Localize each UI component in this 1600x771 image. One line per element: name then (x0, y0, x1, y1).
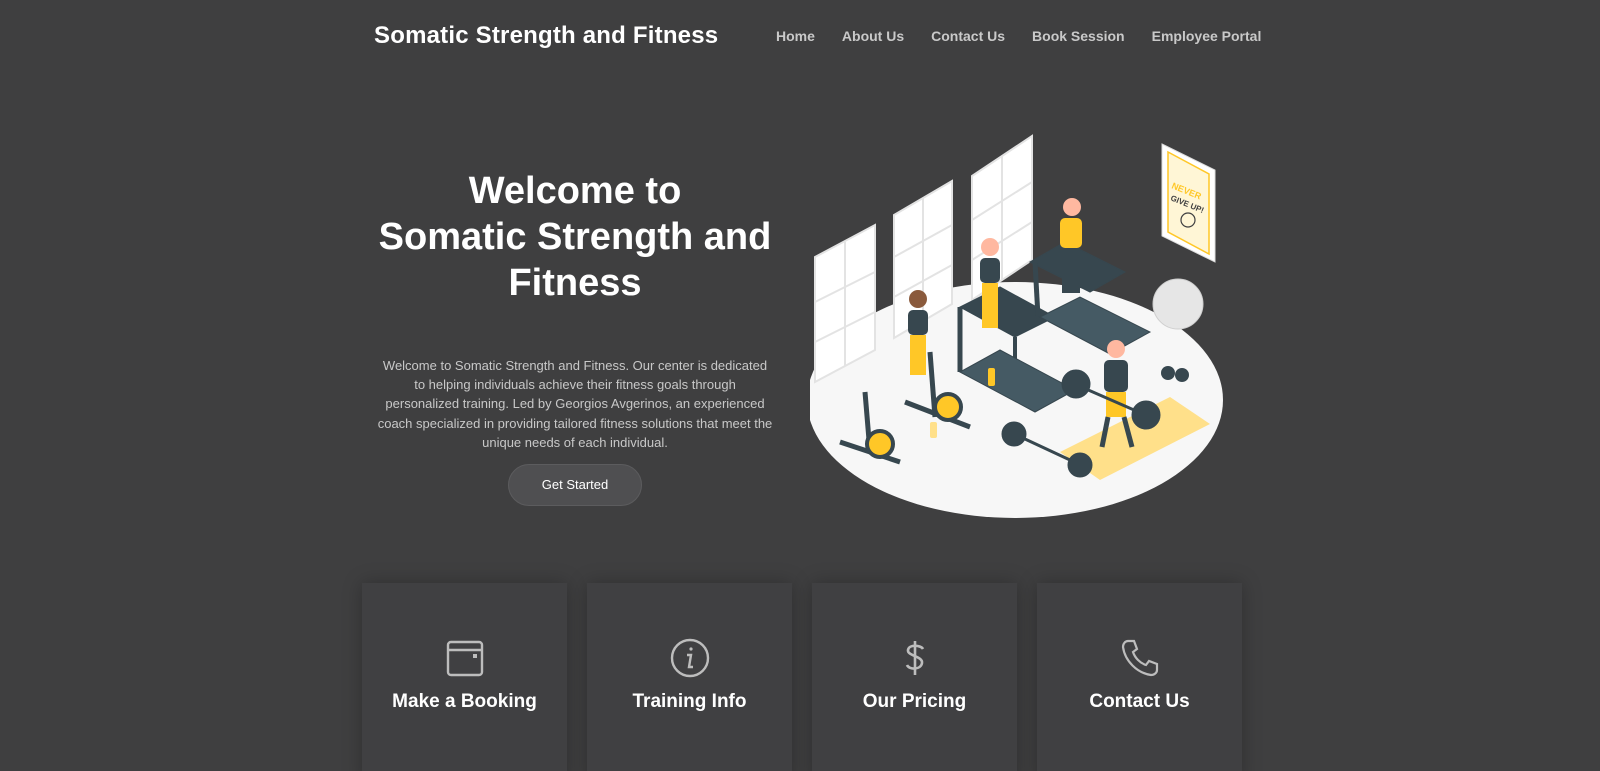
card-label: Training Info (632, 691, 747, 712)
get-started-button[interactable]: Get Started (508, 464, 642, 507)
dollar-icon (894, 637, 936, 679)
hero-title-line: Somatic Strength and (378, 216, 772, 258)
card-label: Contact Us (1089, 691, 1190, 712)
nav-employee-portal-link[interactable]: Employee Portal (1152, 28, 1262, 44)
exercise-ball (1152, 278, 1204, 330)
water-bottle (988, 368, 995, 386)
brand-logo-text[interactable]: Somatic Strength and Fitness (374, 22, 718, 50)
hero-title: Welcome to Somatic Strength and Fitness (370, 168, 780, 306)
hero-description: Welcome to Somatic Strength and Fitness.… (377, 358, 773, 450)
nav-book-session-link[interactable]: Book Session (1032, 28, 1125, 44)
card-label: Make a Booking (392, 691, 537, 712)
feature-cards: Make a Booking Training Info Our Pricing… (362, 583, 1242, 771)
main-nav: Home About Us Contact Us Book Session Em… (776, 28, 1288, 44)
cyclist-person (908, 290, 928, 375)
card-label: Our Pricing (862, 691, 967, 712)
calendar-icon (444, 637, 486, 679)
info-icon (669, 637, 711, 679)
make-booking-card[interactable]: Make a Booking (362, 583, 567, 771)
navbar: Somatic Strength and Fitness Home About … (0, 0, 1600, 72)
phone-icon (1119, 637, 1161, 679)
nav-about-link[interactable]: About Us (842, 28, 904, 44)
hero-title-line: Fitness (508, 262, 642, 304)
runner-person (980, 238, 1000, 328)
nav-contact-link[interactable]: Contact Us (931, 28, 1005, 44)
training-info-card[interactable]: Training Info (587, 583, 792, 771)
hero-section: Welcome to Somatic Strength and Fitness … (370, 168, 780, 507)
contact-us-card[interactable]: Contact Us (1037, 583, 1242, 771)
hero-title-line: Welcome to (468, 170, 682, 212)
our-pricing-card[interactable]: Our Pricing (812, 583, 1017, 771)
water-bottle (930, 422, 937, 438)
gym-illustration: NEVER GIVE UP! (810, 134, 1223, 518)
nav-home-link[interactable]: Home (776, 28, 815, 44)
